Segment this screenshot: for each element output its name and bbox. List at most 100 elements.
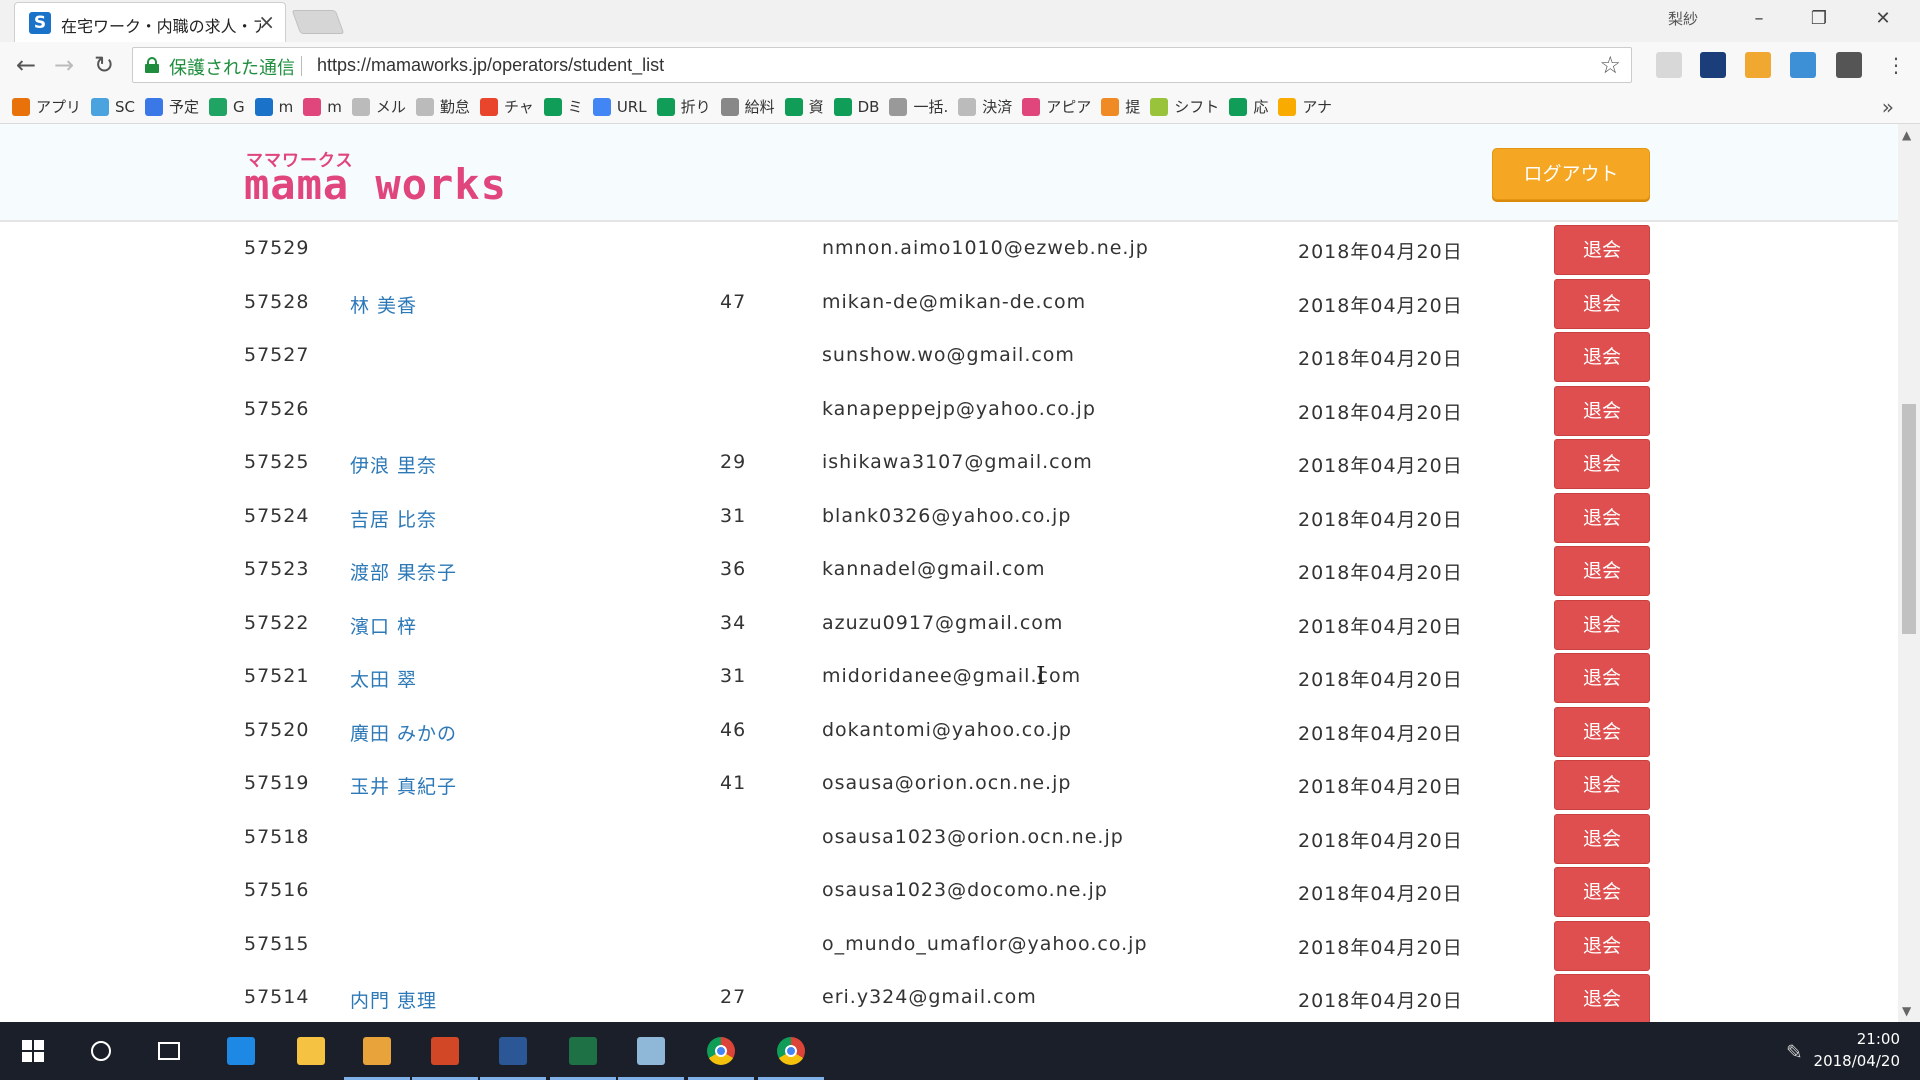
bookmark-item[interactable]: 折り bbox=[656, 96, 711, 117]
withdraw-button[interactable]: 退会 bbox=[1554, 599, 1650, 650]
scroll-thumb[interactable] bbox=[1902, 404, 1916, 634]
bookmark-item[interactable]: 提 bbox=[1101, 96, 1140, 117]
student-email: kanapeppejp@yahoo.co.jp bbox=[822, 397, 1096, 420]
bookmark-item[interactable]: G bbox=[209, 97, 245, 116]
new-tab-button[interactable] bbox=[291, 10, 345, 34]
bookmark-item[interactable]: SC bbox=[91, 97, 135, 116]
withdraw-button[interactable]: 退会 bbox=[1554, 225, 1650, 275]
bookmark-item[interactable]: シフト bbox=[1150, 96, 1219, 117]
bookmark-item[interactable]: ミ bbox=[543, 96, 583, 117]
bookmark-item[interactable]: DB bbox=[833, 97, 879, 116]
student-id: 57519 bbox=[244, 772, 310, 794]
bookmark-label: アナ bbox=[1302, 98, 1333, 116]
circle-icon bbox=[1101, 97, 1120, 116]
excel-icon[interactable] bbox=[564, 1032, 602, 1070]
student-name-link[interactable]: 渡部 果奈子 bbox=[350, 558, 457, 585]
cortana-icon[interactable] bbox=[82, 1032, 120, 1070]
minimize-icon[interactable]: – bbox=[1736, 4, 1782, 34]
new-badge-extension-icon[interactable] bbox=[1790, 52, 1816, 78]
withdraw-button[interactable]: 退会 bbox=[1554, 385, 1650, 436]
student-email: osausa1023@docomo.ne.jp bbox=[822, 879, 1108, 901]
restore-icon[interactable]: ❐ bbox=[1796, 4, 1842, 34]
chrome-icon[interactable] bbox=[772, 1032, 810, 1070]
bookmark-item[interactable]: 応 bbox=[1229, 96, 1268, 117]
student-name-link[interactable]: 伊浪 里奈 bbox=[350, 451, 437, 478]
withdraw-button[interactable]: 退会 bbox=[1554, 439, 1650, 489]
bookmark-item[interactable]: m bbox=[303, 97, 342, 116]
menu-icon[interactable]: ⋮ bbox=[1880, 50, 1912, 82]
scroll-up-icon[interactable]: ▲ bbox=[1902, 128, 1911, 142]
bookmark-item[interactable]: m bbox=[254, 97, 293, 116]
bookmark-item[interactable]: メル bbox=[351, 96, 406, 117]
table-row: 57524 吉居 比奈 31 blank0326@yahoo.co.jp 2018年04… bbox=[0, 491, 1898, 545]
pen-icon[interactable]: ✎ bbox=[1786, 1040, 1803, 1064]
powerpoint-icon[interactable] bbox=[426, 1032, 464, 1070]
edge-icon[interactable] bbox=[222, 1032, 260, 1070]
withdraw-button[interactable]: 退会 bbox=[1554, 760, 1650, 810]
bookmark-item[interactable]: アプリ bbox=[12, 96, 81, 117]
profile-name[interactable]: 梨紗 bbox=[1668, 8, 1698, 29]
reload-icon[interactable]: ↻ bbox=[88, 50, 120, 82]
camera-extension-icon[interactable] bbox=[1836, 52, 1862, 78]
system-clock[interactable]: 21:00 2018/04/20 bbox=[1814, 1028, 1900, 1072]
withdraw-button[interactable]: 退会 bbox=[1554, 278, 1650, 329]
student-id: 57520 bbox=[244, 718, 310, 741]
extension-icon[interactable] bbox=[1656, 52, 1682, 78]
outlook-icon[interactable] bbox=[358, 1032, 396, 1070]
student-name-link[interactable]: 廣田 みかの bbox=[350, 719, 457, 746]
task-view-icon[interactable] bbox=[150, 1032, 188, 1070]
student-name-link[interactable]: 玉井 真紀子 bbox=[350, 772, 457, 799]
student-name-link[interactable]: 吉居 比奈 bbox=[350, 505, 437, 532]
analytics-icon bbox=[1278, 97, 1297, 116]
withdraw-button[interactable]: 退会 bbox=[1554, 813, 1650, 864]
bookmark-item[interactable]: 勤怠 bbox=[415, 96, 470, 117]
bookmark-item[interactable]: 決済 bbox=[958, 96, 1012, 117]
bookmark-item[interactable]: アピア bbox=[1022, 96, 1091, 117]
new-extension-icon[interactable] bbox=[1700, 52, 1726, 78]
bookmark-label: 資 bbox=[808, 98, 824, 116]
bookmark-item[interactable]: アナ bbox=[1278, 96, 1332, 117]
student-name-link[interactable]: 林 美香 bbox=[350, 291, 417, 318]
student-name-link[interactable]: 内門 恵理 bbox=[350, 986, 437, 1013]
withdraw-button[interactable]: 退会 bbox=[1554, 974, 1650, 1022]
student-name-link[interactable]: 太田 翠 bbox=[350, 665, 417, 692]
start-icon[interactable] bbox=[14, 1032, 52, 1070]
withdraw-button[interactable]: 退会 bbox=[1554, 332, 1650, 382]
browser-tab[interactable]: S 在宅ワーク・内職の求人・ア × bbox=[14, 2, 286, 42]
word-icon[interactable] bbox=[494, 1032, 532, 1070]
notes-icon[interactable] bbox=[632, 1032, 670, 1070]
bookmark-item[interactable]: 予定 bbox=[145, 96, 199, 117]
file-explorer-icon[interactable] bbox=[292, 1032, 330, 1070]
tab-close-icon[interactable]: × bbox=[258, 10, 275, 34]
student-name-link[interactable]: 濱口 梓 bbox=[350, 612, 417, 639]
bookmark-item[interactable]: 一括. bbox=[889, 96, 948, 117]
withdraw-button[interactable]: 退会 bbox=[1554, 920, 1650, 971]
scroll-down-icon[interactable]: ▼ bbox=[1902, 1004, 1911, 1018]
bookmark-star-icon[interactable]: ☆ bbox=[1599, 51, 1621, 79]
bookmark-item[interactable]: 資 bbox=[784, 96, 824, 117]
withdraw-button[interactable]: 退会 bbox=[1554, 653, 1650, 703]
folder-extension-icon[interactable] bbox=[1745, 52, 1771, 78]
withdraw-button[interactable]: 退会 bbox=[1554, 867, 1650, 917]
close-window-icon[interactable]: ✕ bbox=[1860, 4, 1906, 34]
mama-works-logo[interactable]: ママワークス mama works bbox=[244, 146, 534, 209]
bookmark-item[interactable]: 給料 bbox=[720, 96, 775, 117]
sheets-icon bbox=[784, 97, 803, 116]
bookmark-item[interactable]: URL bbox=[592, 97, 647, 116]
back-icon[interactable]: ← bbox=[10, 50, 42, 82]
forward-icon[interactable]: → bbox=[48, 50, 80, 82]
bookmark-item[interactable]: チャ bbox=[479, 96, 534, 117]
page-scrollbar[interactable]: ▲ ▼ bbox=[1898, 124, 1920, 1022]
table-row: 57515 o_mundo_umaflor@yahoo.co.jp 2018年04月… bbox=[0, 919, 1898, 973]
chrome-profile-icon[interactable] bbox=[702, 1032, 740, 1070]
withdraw-button[interactable]: 退会 bbox=[1554, 492, 1650, 543]
secure-label: 保護された通信 bbox=[169, 58, 295, 79]
url-text[interactable]: https://mamaworks.jp/operators/student_l… bbox=[317, 55, 664, 76]
withdraw-button[interactable]: 退会 bbox=[1554, 706, 1650, 757]
logout-button[interactable]: ログアウト bbox=[1492, 148, 1650, 200]
withdraw-button[interactable]: 退会 bbox=[1554, 546, 1650, 596]
student-id: 57516 bbox=[244, 879, 310, 901]
student-age: 31 bbox=[720, 665, 747, 687]
address-bar[interactable]: 保護された通信 https://mamaworks.jp/operators/s… bbox=[132, 47, 1632, 83]
bookmarks-overflow-icon[interactable]: » bbox=[1882, 95, 1894, 119]
